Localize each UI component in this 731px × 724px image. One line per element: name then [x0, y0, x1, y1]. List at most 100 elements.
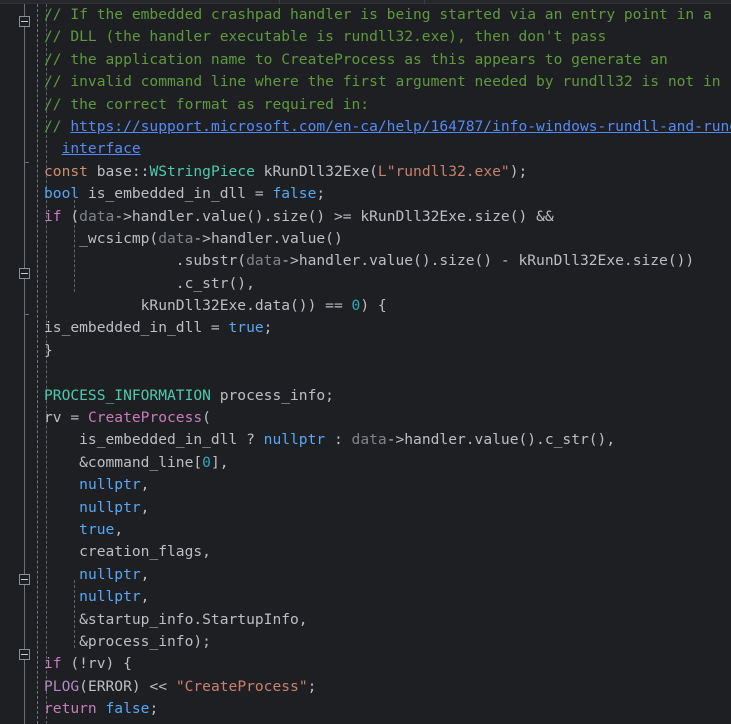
- code-token-plain: rv =: [44, 409, 88, 427]
- fold-marker-comment-block[interactable]: [19, 16, 30, 27]
- code-line[interactable]: [44, 362, 731, 384]
- code-token-comment: // the correct format as required in:: [44, 95, 370, 113]
- code-line[interactable]: // https://support.microsoft.com/en-ca/h…: [44, 116, 731, 138]
- code-token-plain: );: [509, 162, 528, 180]
- code-line[interactable]: const base::WStringPiece kRunDll32Exe(L"…: [44, 161, 731, 183]
- code-lines[interactable]: // If the embedded crashpad handler is b…: [44, 4, 731, 724]
- code-token-plain: creation_flags,: [44, 543, 211, 561]
- code-token-type: nullptr: [263, 431, 326, 449]
- code-token-plain: ;: [263, 319, 273, 337]
- code-line[interactable]: rv = CreateProcess(: [44, 407, 731, 429]
- code-token-plain: (!rv) {: [61, 655, 132, 673]
- code-line[interactable]: PROCESS_INFORMATION process_info;: [44, 385, 731, 407]
- code-token-keyword_control: if: [44, 207, 62, 225]
- code-token-plain: ->handler.: [114, 207, 203, 225]
- code-token-keyword_control: if: [44, 655, 62, 673]
- fold-marker-printf-block[interactable]: [19, 649, 30, 660]
- code-line[interactable]: if (data->handler.value().size() >= kRun…: [44, 206, 731, 228]
- code-token-type: true: [228, 319, 264, 337]
- code-line[interactable]: // the application name to CreateProcess…: [44, 49, 731, 71]
- code-line[interactable]: // invalid command line where the first …: [44, 71, 731, 93]
- code-line[interactable]: nullptr,: [44, 497, 731, 519]
- code-token-plain: ->handler.value().c_str(),: [386, 431, 616, 449]
- code-token-plain: &process_info);: [44, 632, 211, 650]
- code-token-string: L"rundll32.exe": [377, 162, 510, 180]
- code-line[interactable]: return false;: [44, 698, 731, 720]
- code-line[interactable]: // DLL (the handler executable is rundll…: [44, 26, 731, 48]
- code-token-plain: ->handler.value().size() - kRunDll32Exe.…: [281, 252, 695, 270]
- code-line[interactable]: &startup_info.StartupInfo,: [44, 609, 731, 631]
- code-token-type: nullptr: [79, 476, 141, 494]
- code-token-plain: kRunDll32Exe(: [254, 162, 378, 180]
- code-line[interactable]: .substr(data->handler.value().size() - k…: [44, 250, 731, 272]
- code-line[interactable]: is_embedded_in_dll = true;: [44, 317, 731, 339]
- code-token-keyword_control: return: [44, 700, 97, 718]
- code-token-number: 0: [351, 297, 361, 315]
- code-token-plain: ,: [114, 520, 124, 538]
- code-token-comment: // invalid command line where the first …: [44, 73, 721, 91]
- fold-marker-if-block[interactable]: [19, 268, 30, 279]
- code-token-dim: data: [158, 229, 194, 247]
- code-line[interactable]: true,: [44, 519, 731, 541]
- code-content[interactable]: // If the embedded crashpad handler is b…: [44, 4, 731, 724]
- code-token-type: false: [272, 185, 317, 203]
- code-token-dim: data: [79, 207, 115, 225]
- code-token-plain: ().: [246, 207, 273, 225]
- code-token-link[interactable]: interface: [62, 140, 141, 157]
- code-token-plain: ;: [316, 185, 326, 203]
- code-line[interactable]: creation_flags,: [44, 541, 731, 563]
- code-line[interactable]: is_embedded_in_dll ? nullptr : data->han…: [44, 429, 731, 451]
- code-line[interactable]: nullptr,: [44, 586, 731, 608]
- fold-gutter[interactable]: [0, 4, 32, 724]
- code-token-plain: (: [202, 409, 211, 427]
- code-line[interactable]: nullptr,: [44, 474, 731, 496]
- code-line[interactable]: }: [44, 340, 731, 362]
- code-token-number: 0: [202, 453, 211, 471]
- code-line[interactable]: PLOG(ERROR) << "CreateProcess";: [44, 676, 731, 698]
- code-line[interactable]: &process_info);: [44, 631, 731, 653]
- code-token-plain: is_embedded_in_dll =: [79, 185, 273, 203]
- fold-marker-if-rv-block[interactable]: [19, 574, 30, 585]
- code-token-plain: value: [202, 207, 247, 225]
- code-editor[interactable]: // If the embedded crashpad handler is b…: [0, 0, 731, 724]
- code-token-macro: PLOG: [44, 677, 80, 695]
- code-token-dim: data: [351, 431, 387, 449]
- code-token-plain: ;: [307, 677, 317, 695]
- code-line[interactable]: .c_str(),: [44, 273, 731, 295]
- code-token-plain: ,: [140, 498, 150, 516]
- code-token-plain: ;: [149, 700, 159, 718]
- code-line[interactable]: bool is_embedded_in_dll = false;: [44, 183, 731, 205]
- code-token-plain: _wcsicmp(: [44, 229, 159, 247]
- gutter-separator: [37, 4, 38, 724]
- code-token-plain: process_info;: [210, 386, 334, 404]
- code-token-plain: base::: [87, 162, 150, 180]
- code-token-string: "CreateProcess": [175, 677, 308, 695]
- code-line[interactable]: // If the embedded crashpad handler is b…: [44, 4, 731, 26]
- code-token-link[interactable]: https://support.microsoft.com/en-ca/help…: [70, 118, 731, 135]
- code-token-comment: // the application name to CreateProcess…: [44, 50, 668, 68]
- code-line[interactable]: interface: [44, 138, 731, 160]
- code-line[interactable]: }: [44, 721, 731, 724]
- code-token-type: nullptr: [79, 498, 141, 516]
- code-line[interactable]: kRunDll32Exe.data()) == 0) {: [44, 295, 731, 317]
- code-token-type: nullptr: [79, 588, 141, 606]
- code-token-keyword: const: [44, 162, 88, 180]
- code-line[interactable]: // the correct format as required in:: [44, 94, 731, 116]
- code-token-plain: size: [474, 207, 510, 225]
- code-token-comment: // DLL (the handler executable is rundll…: [44, 28, 607, 46]
- code-line[interactable]: nullptr,: [44, 564, 731, 586]
- code-line[interactable]: if (!rv) {: [44, 653, 731, 675]
- code-token-plain: (: [61, 207, 80, 225]
- code-token-type: false: [105, 700, 150, 718]
- code-token-plain: size: [272, 207, 308, 225]
- code-token-plain: () &&: [509, 207, 554, 225]
- code-token-plain: ,: [140, 476, 150, 494]
- code-token-plain: &startup_info.StartupInfo,: [44, 610, 308, 628]
- code-line[interactable]: _wcsicmp(data->handler.value(): [44, 228, 731, 250]
- code-line[interactable]: &command_line[0],: [44, 452, 731, 474]
